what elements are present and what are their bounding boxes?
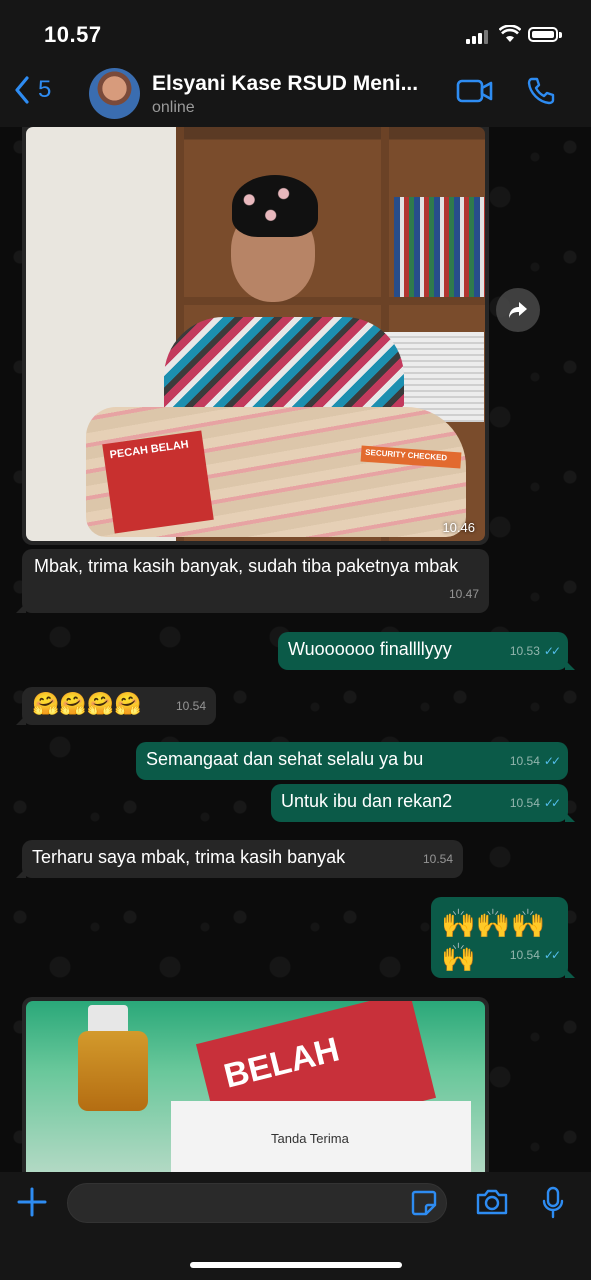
incoming-message[interactable]: Terharu saya mbak, trima kasih banyak 10…	[16, 840, 463, 878]
message-input[interactable]	[67, 1183, 447, 1223]
read-receipt-icon: ✓✓	[543, 796, 561, 810]
message-time: 10.54	[175, 699, 206, 713]
message-time: 10.47	[448, 587, 479, 601]
voice-call-button[interactable]	[526, 76, 556, 111]
photo[interactable]: BELAH Tanda Terima	[26, 1001, 485, 1172]
unread-count: 5	[38, 76, 52, 103]
avatar[interactable]	[89, 68, 140, 119]
chevron-left-icon	[15, 76, 29, 104]
back-button[interactable]: 5	[14, 76, 51, 104]
books	[394, 197, 485, 297]
message-time: 10.54	[422, 852, 453, 866]
image-message[interactable]: PECAH BELAH SECURITY CHECKED 10.46	[22, 127, 489, 545]
outgoing-message[interactable]: Semangaat dan sehat selalu ya bu 10.54 ✓✓	[136, 742, 568, 780]
message-text: Semangaat dan sehat selalu ya bu	[146, 749, 424, 769]
message-time: 10.54	[509, 948, 540, 962]
message-text: Wuoooooo finallllyyy	[288, 639, 452, 659]
status-time: 10.57	[44, 22, 102, 47]
message-text: Terharu saya mbak, trima kasih banyak	[32, 847, 346, 867]
image-message[interactable]: BELAH Tanda Terima	[22, 997, 489, 1172]
video-call-button[interactable]	[456, 78, 494, 109]
outgoing-message[interactable]: Wuoooooo finallllyyy 10.53 ✓✓	[278, 632, 575, 670]
camera-icon	[476, 1189, 508, 1215]
incoming-message[interactable]: 🤗🤗🤗🤗 10.54	[16, 687, 216, 725]
home-indicator	[190, 1262, 402, 1268]
message-time: 10.53	[509, 644, 540, 658]
message-time: 10.54	[509, 796, 540, 810]
status-bar: 10.57	[0, 0, 591, 62]
contact-name[interactable]: Elsyani Kase RSUD Meni...	[152, 72, 418, 96]
read-receipt-icon: ✓✓	[543, 644, 561, 658]
package-label: PECAH BELAH	[102, 430, 214, 534]
antiseptic-bottle	[78, 1031, 148, 1111]
forward-button[interactable]	[496, 288, 540, 332]
shelf-board	[176, 297, 485, 305]
message-time: 10.46	[442, 520, 475, 535]
cellular-signal-icon	[466, 28, 492, 44]
microphone-icon	[542, 1186, 564, 1219]
message-text: Mbak, trima kasih banyak, sudah tiba pak…	[34, 556, 459, 576]
forward-arrow-icon	[509, 302, 527, 318]
read-receipt-icon: ✓✓	[543, 948, 561, 962]
voice-message-button[interactable]	[541, 1186, 565, 1225]
message-text: Untuk ibu dan rekan2	[281, 791, 453, 811]
chat-header: 5 Elsyani Kase RSUD Meni... online	[0, 62, 591, 128]
message-time: 10.54	[509, 754, 540, 768]
outgoing-message[interactable]: Untuk ibu dan rekan2 10.54 ✓✓	[271, 784, 575, 822]
phone-icon	[527, 77, 555, 105]
camera-button[interactable]	[475, 1188, 509, 1221]
input-bar	[0, 1172, 591, 1280]
contact-status: online	[152, 99, 195, 116]
attach-button[interactable]	[16, 1186, 48, 1223]
receipt-paper: Tanda Terima	[171, 1101, 471, 1172]
outgoing-message[interactable]: 🙌🙌🙌🙌 10.54 ✓✓	[431, 897, 575, 978]
read-receipt-icon: ✓✓	[543, 754, 561, 768]
sticker-button[interactable]	[411, 1190, 437, 1221]
battery-icon	[528, 27, 562, 42]
plus-icon	[17, 1187, 47, 1217]
wifi-icon	[498, 24, 522, 48]
message-text: 🤗🤗🤗🤗	[32, 691, 142, 716]
polka-dot-hat	[232, 175, 318, 237]
incoming-message[interactable]: Mbak, trima kasih banyak, sudah tiba pak…	[16, 549, 489, 613]
photo[interactable]: PECAH BELAH SECURITY CHECKED 10.46	[26, 127, 485, 541]
sticker-icon	[411, 1190, 437, 1216]
video-camera-icon	[456, 79, 493, 103]
